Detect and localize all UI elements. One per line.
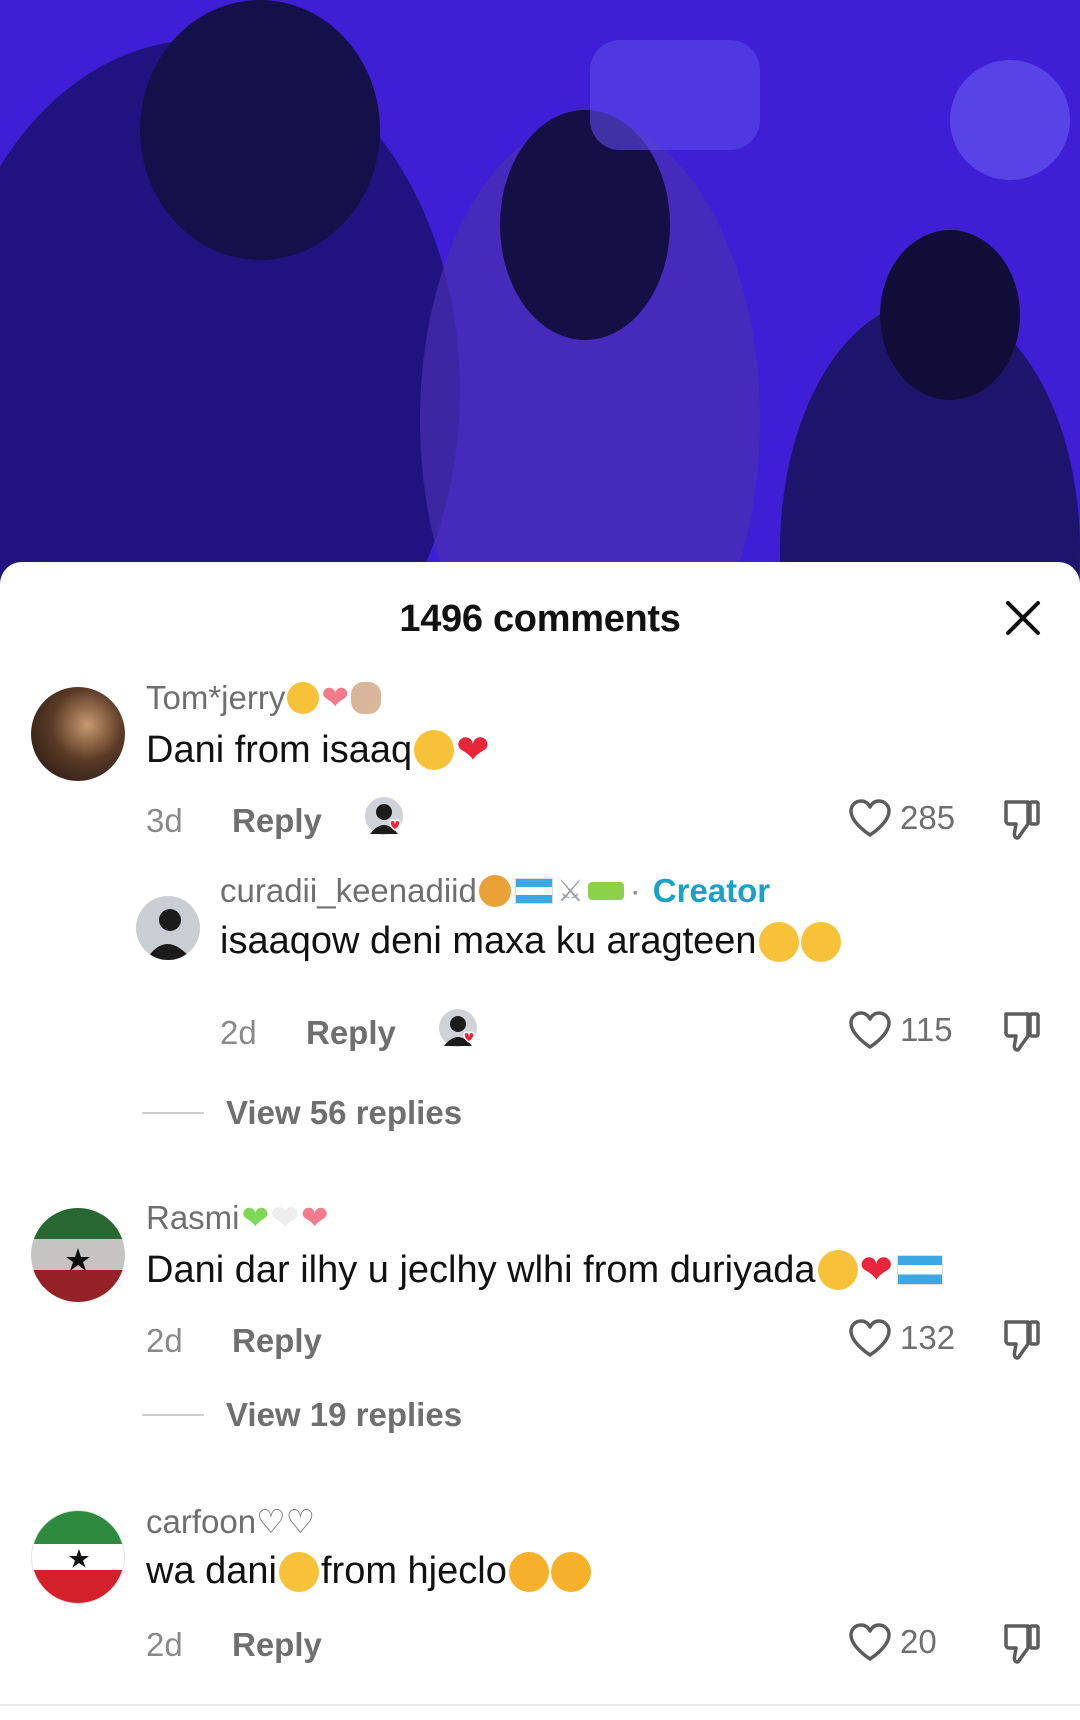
lion-emoji	[478, 875, 511, 907]
creator-liked-icon	[365, 797, 403, 835]
avatar-silhouette-icon	[146, 909, 192, 960]
somaliland-flag-icon	[31, 1208, 125, 1302]
like-count: 132	[900, 1319, 956, 1356]
comment-age: 2d	[220, 1014, 257, 1051]
smiling-face-with-hearts-emoji	[550, 1551, 591, 1592]
comment-text: isaaqow deni maxa ku aragteen	[220, 920, 841, 963]
heart-outline-icon	[849, 1319, 891, 1357]
loudly-crying-emoji	[800, 921, 841, 962]
white-heart-emoji: ❤	[271, 1199, 299, 1236]
reply-button[interactable]: Reply	[232, 1626, 322, 1664]
like-button[interactable]: 132	[848, 1318, 955, 1358]
dislike-button[interactable]	[1002, 1622, 1042, 1671]
comment-text: wa dani from hjeclo	[146, 1550, 591, 1593]
water-pistol-emoji	[587, 882, 624, 900]
heart-outline-icon	[849, 799, 891, 837]
comments-sheet: 1496 comments Tom*jerry ❤ Dani from isaa…	[0, 562, 1080, 1720]
heart-outline-icon	[849, 1623, 891, 1661]
dislike-button[interactable]	[1002, 798, 1042, 847]
reply-button[interactable]: Reply	[306, 1014, 396, 1052]
comment-text: Dani dar ilhy u jeclhy wlhi from duriyad…	[146, 1247, 944, 1293]
close-button[interactable]	[995, 590, 1051, 646]
avatar[interactable]	[136, 896, 200, 960]
comment-username[interactable]: Rasmi ❤ ❤ ❤	[146, 1198, 328, 1237]
view-replies-button[interactable]: View 19 replies	[142, 1396, 462, 1434]
weary-face-emoji	[817, 1250, 858, 1290]
pink-heart-emoji: ❤	[321, 679, 350, 716]
video-background	[0, 0, 1080, 600]
pink-heart-emoji: ❤	[300, 1199, 329, 1236]
comment-age: 3d	[146, 802, 183, 839]
comment-text: Dani from isaaq ❤	[146, 728, 490, 772]
thumbs-down-icon	[1004, 800, 1040, 840]
comments-count-title: 1496 comments	[399, 598, 681, 640]
red-heart-emoji: ❤	[456, 728, 490, 772]
comment-username[interactable]: Tom*jerry ❤	[146, 678, 382, 717]
smiling-face-with-hearts-emoji	[508, 1551, 549, 1592]
like-count: 285	[900, 799, 956, 836]
comment-username[interactable]: curadii_keenadiid ⚔ · Creator	[220, 872, 770, 910]
thumbs-down-icon	[1004, 1624, 1040, 1664]
comment-username[interactable]: carfoon♡♡	[146, 1502, 315, 1541]
divider	[142, 1112, 204, 1114]
like-button[interactable]: 20	[848, 1622, 937, 1662]
avatar[interactable]	[31, 1208, 125, 1302]
reply-button[interactable]: Reply	[232, 1322, 322, 1360]
somaliland-flag-emoji	[897, 1255, 944, 1285]
red-heart-emoji: ❤	[859, 1248, 894, 1292]
comment-age: 2d	[146, 1322, 183, 1359]
creator-badge: Creator	[652, 872, 771, 909]
dislike-button[interactable]	[1002, 1318, 1042, 1367]
thumbs-down-icon	[1004, 1012, 1040, 1052]
somaliland-flag-emoji	[514, 878, 553, 904]
avatar[interactable]	[31, 687, 125, 781]
creator-liked-icon	[439, 1009, 477, 1047]
pleading-face-emoji	[278, 1551, 319, 1592]
comment-age: 2d	[146, 1626, 183, 1663]
laughing-emoji	[758, 921, 799, 962]
heart-outline-icon	[849, 1011, 891, 1049]
bottom-divider	[0, 1704, 1080, 1706]
princess-emoji	[351, 681, 382, 714]
crossed-swords-emoji: ⚔	[556, 874, 584, 908]
dislike-button[interactable]	[1002, 1010, 1042, 1059]
like-button[interactable]: 285	[848, 798, 955, 838]
thumbs-down-icon	[1004, 1320, 1040, 1360]
close-icon	[1006, 601, 1040, 635]
pleading-face-emoji	[414, 730, 455, 770]
view-replies-button[interactable]: View 56 replies	[142, 1094, 462, 1132]
like-count: 20	[900, 1623, 937, 1660]
avatar[interactable]	[31, 1510, 125, 1604]
green-heart-emoji: ❤	[241, 1199, 270, 1236]
reply-button[interactable]: Reply	[232, 802, 322, 840]
like-button[interactable]: 115	[848, 1010, 953, 1050]
pleading-face-emoji	[287, 681, 320, 714]
divider	[142, 1414, 204, 1416]
somaliland-flag-icon	[69, 1549, 89, 1568]
like-count: 115	[900, 1011, 953, 1048]
